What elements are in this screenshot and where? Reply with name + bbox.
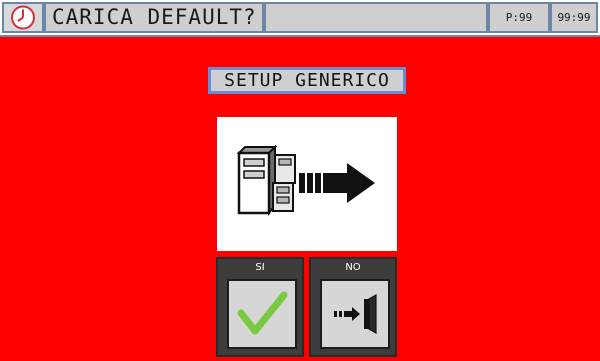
no-button-face[interactable] — [320, 279, 390, 349]
setup-heading: SETUP GENERICO — [208, 67, 406, 94]
no-button-label: NO — [345, 262, 361, 273]
yes-button-label: SI — [255, 262, 265, 273]
exit-door-icon — [334, 293, 377, 335]
yes-button[interactable]: SI — [216, 257, 304, 357]
yes-button-face[interactable] — [227, 279, 297, 349]
page-indicator: P:99 — [505, 11, 533, 24]
status-bar: CARICA DEFAULT? P:99 99:99 — [0, 0, 600, 37]
checkmark-icon — [237, 291, 288, 335]
file-cabinet-export-arrow-icon — [236, 144, 375, 216]
page-indicator-box: P:99 — [488, 2, 550, 33]
screen: CARICA DEFAULT? P:99 99:99 SETUP GENERIC… — [0, 0, 600, 361]
status-bar-filler — [264, 2, 488, 33]
clock-button[interactable] — [2, 2, 44, 33]
clock-icon — [11, 5, 35, 30]
screen-title-box: CARICA DEFAULT? — [44, 2, 264, 33]
time-indicator-box: 99:99 — [550, 2, 598, 33]
screen-title: CARICA DEFAULT? — [52, 5, 257, 29]
illustration-panel — [217, 117, 397, 251]
time-indicator: 99:99 — [557, 11, 591, 24]
no-button[interactable]: NO — [309, 257, 397, 357]
